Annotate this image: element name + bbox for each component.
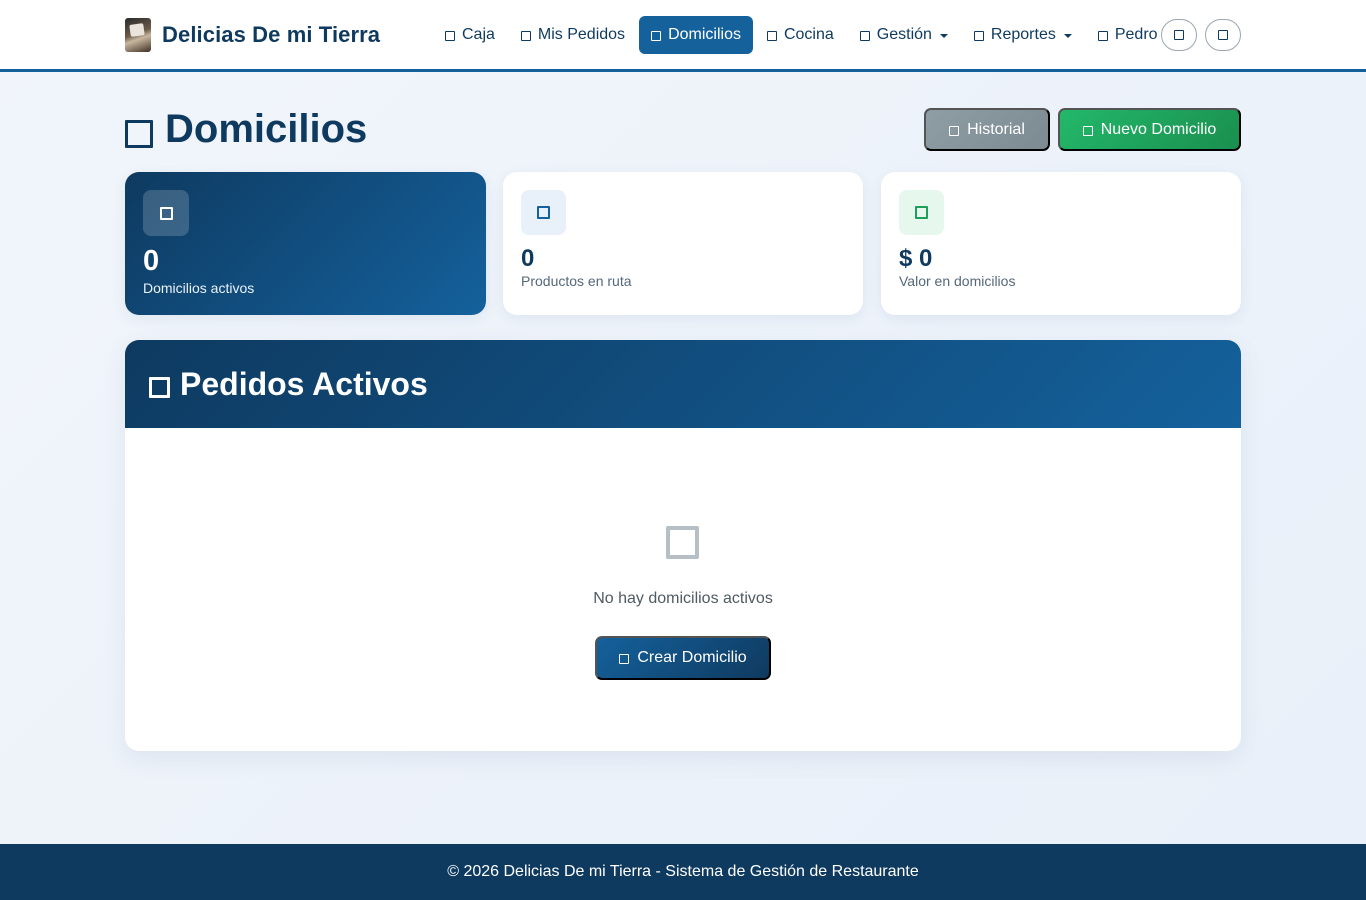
box-icon (537, 206, 550, 219)
crear-domicilio-button[interactable]: Crear Domicilio (595, 636, 771, 680)
restaurant-logo-icon (125, 18, 151, 52)
page-footer: © 2026 Delicias De mi Tierra - Sistema d… (0, 844, 1366, 900)
chevron-down-icon (939, 34, 948, 38)
nav-item-label: Mis Pedidos (537, 26, 626, 43)
stat-label: Valor en domicilios (899, 273, 1016, 289)
theme-icon (1174, 30, 1184, 40)
list-icon (149, 376, 170, 398)
nav-item-caja[interactable]: Caja (433, 16, 507, 54)
nav-item-reportes[interactable]: Reportes (962, 16, 1084, 54)
footer-text: © 2026 Delicias De mi Tierra - Sistema d… (447, 863, 919, 880)
nav-item-label: Caja (462, 26, 495, 43)
nav-item-mis-pedidos[interactable]: Mis Pedidos (509, 16, 637, 54)
chevron-down-icon (1063, 34, 1072, 38)
motorcycle-icon (159, 206, 173, 220)
page-title-text: Domicilios (165, 106, 368, 151)
nav-item-label: Domicilios (668, 26, 741, 43)
nuevo-domicilio-label: Nuevo Domicilio (1100, 120, 1217, 138)
history-icon (949, 125, 960, 136)
nav-item-label: Cocina (783, 26, 834, 43)
cash-register-icon (445, 31, 455, 41)
crear-domicilio-label: Crear Domicilio (637, 649, 747, 666)
stat-value: 0 (521, 245, 535, 272)
nav-item-domicilios[interactable]: Domicilios (639, 16, 753, 54)
stat-card-valor-en-domicilios: $ 0 Valor en domicilios (881, 172, 1241, 315)
stat-icon-wrapper (143, 190, 189, 236)
nav-item-gestion[interactable]: Gestión (848, 16, 960, 54)
brand-link[interactable]: Delicias De mi Tierra (125, 18, 380, 52)
delivery-icon (125, 120, 153, 148)
money-icon (915, 206, 928, 219)
chart-icon (973, 31, 984, 41)
kitchen-icon (766, 31, 777, 41)
theme-toggle-button[interactable] (1161, 19, 1197, 51)
logout-icon (1218, 30, 1228, 40)
nav-item-label: Pedro (1114, 26, 1158, 43)
stat-icon-wrapper (899, 190, 944, 235)
brand-name: Delicias De mi Tierra (162, 22, 381, 47)
nav-item-cocina[interactable]: Cocina (755, 16, 846, 54)
nuevo-domicilio-button[interactable]: Nuevo Domicilio (1058, 108, 1241, 151)
stat-card-domicilios-activos: 0 Domicilios activos (125, 172, 486, 315)
panel-header: Pedidos Activos (125, 340, 1241, 428)
plus-icon (619, 654, 630, 664)
stat-icon-wrapper (521, 190, 566, 235)
logout-button[interactable] (1205, 19, 1241, 51)
historial-label: Historial (967, 120, 1025, 138)
top-navbar: Delicias De mi Tierra Caja Mis Pedidos D… (0, 0, 1366, 72)
stat-label: Productos en ruta (521, 273, 632, 289)
user-icon (1097, 31, 1108, 41)
empty-state-icon (666, 526, 699, 559)
empty-state-text: No hay domicilios activos (593, 590, 773, 607)
historial-button[interactable]: Historial (924, 108, 1050, 151)
stat-value: 0 (143, 245, 160, 277)
pedidos-activos-panel: Pedidos Activos No hay domicilios activo… (125, 340, 1241, 751)
stat-label: Domicilios activos (143, 280, 255, 296)
receipt-icon (520, 31, 531, 41)
delivery-icon (651, 31, 662, 41)
main-nav: Caja Mis Pedidos Domicilios Cocina Gesti… (433, 16, 1188, 54)
stat-card-productos-en-ruta: 0 Productos en ruta (503, 172, 863, 315)
plus-icon (1082, 125, 1093, 136)
nav-item-label: Reportes (990, 26, 1056, 43)
panel-title: Pedidos Activos (180, 365, 428, 402)
settings-icon (859, 31, 870, 41)
stat-value: $ 0 (899, 245, 933, 272)
page-title: Domicilios (125, 104, 367, 154)
nav-item-label: Gestión (876, 26, 932, 43)
